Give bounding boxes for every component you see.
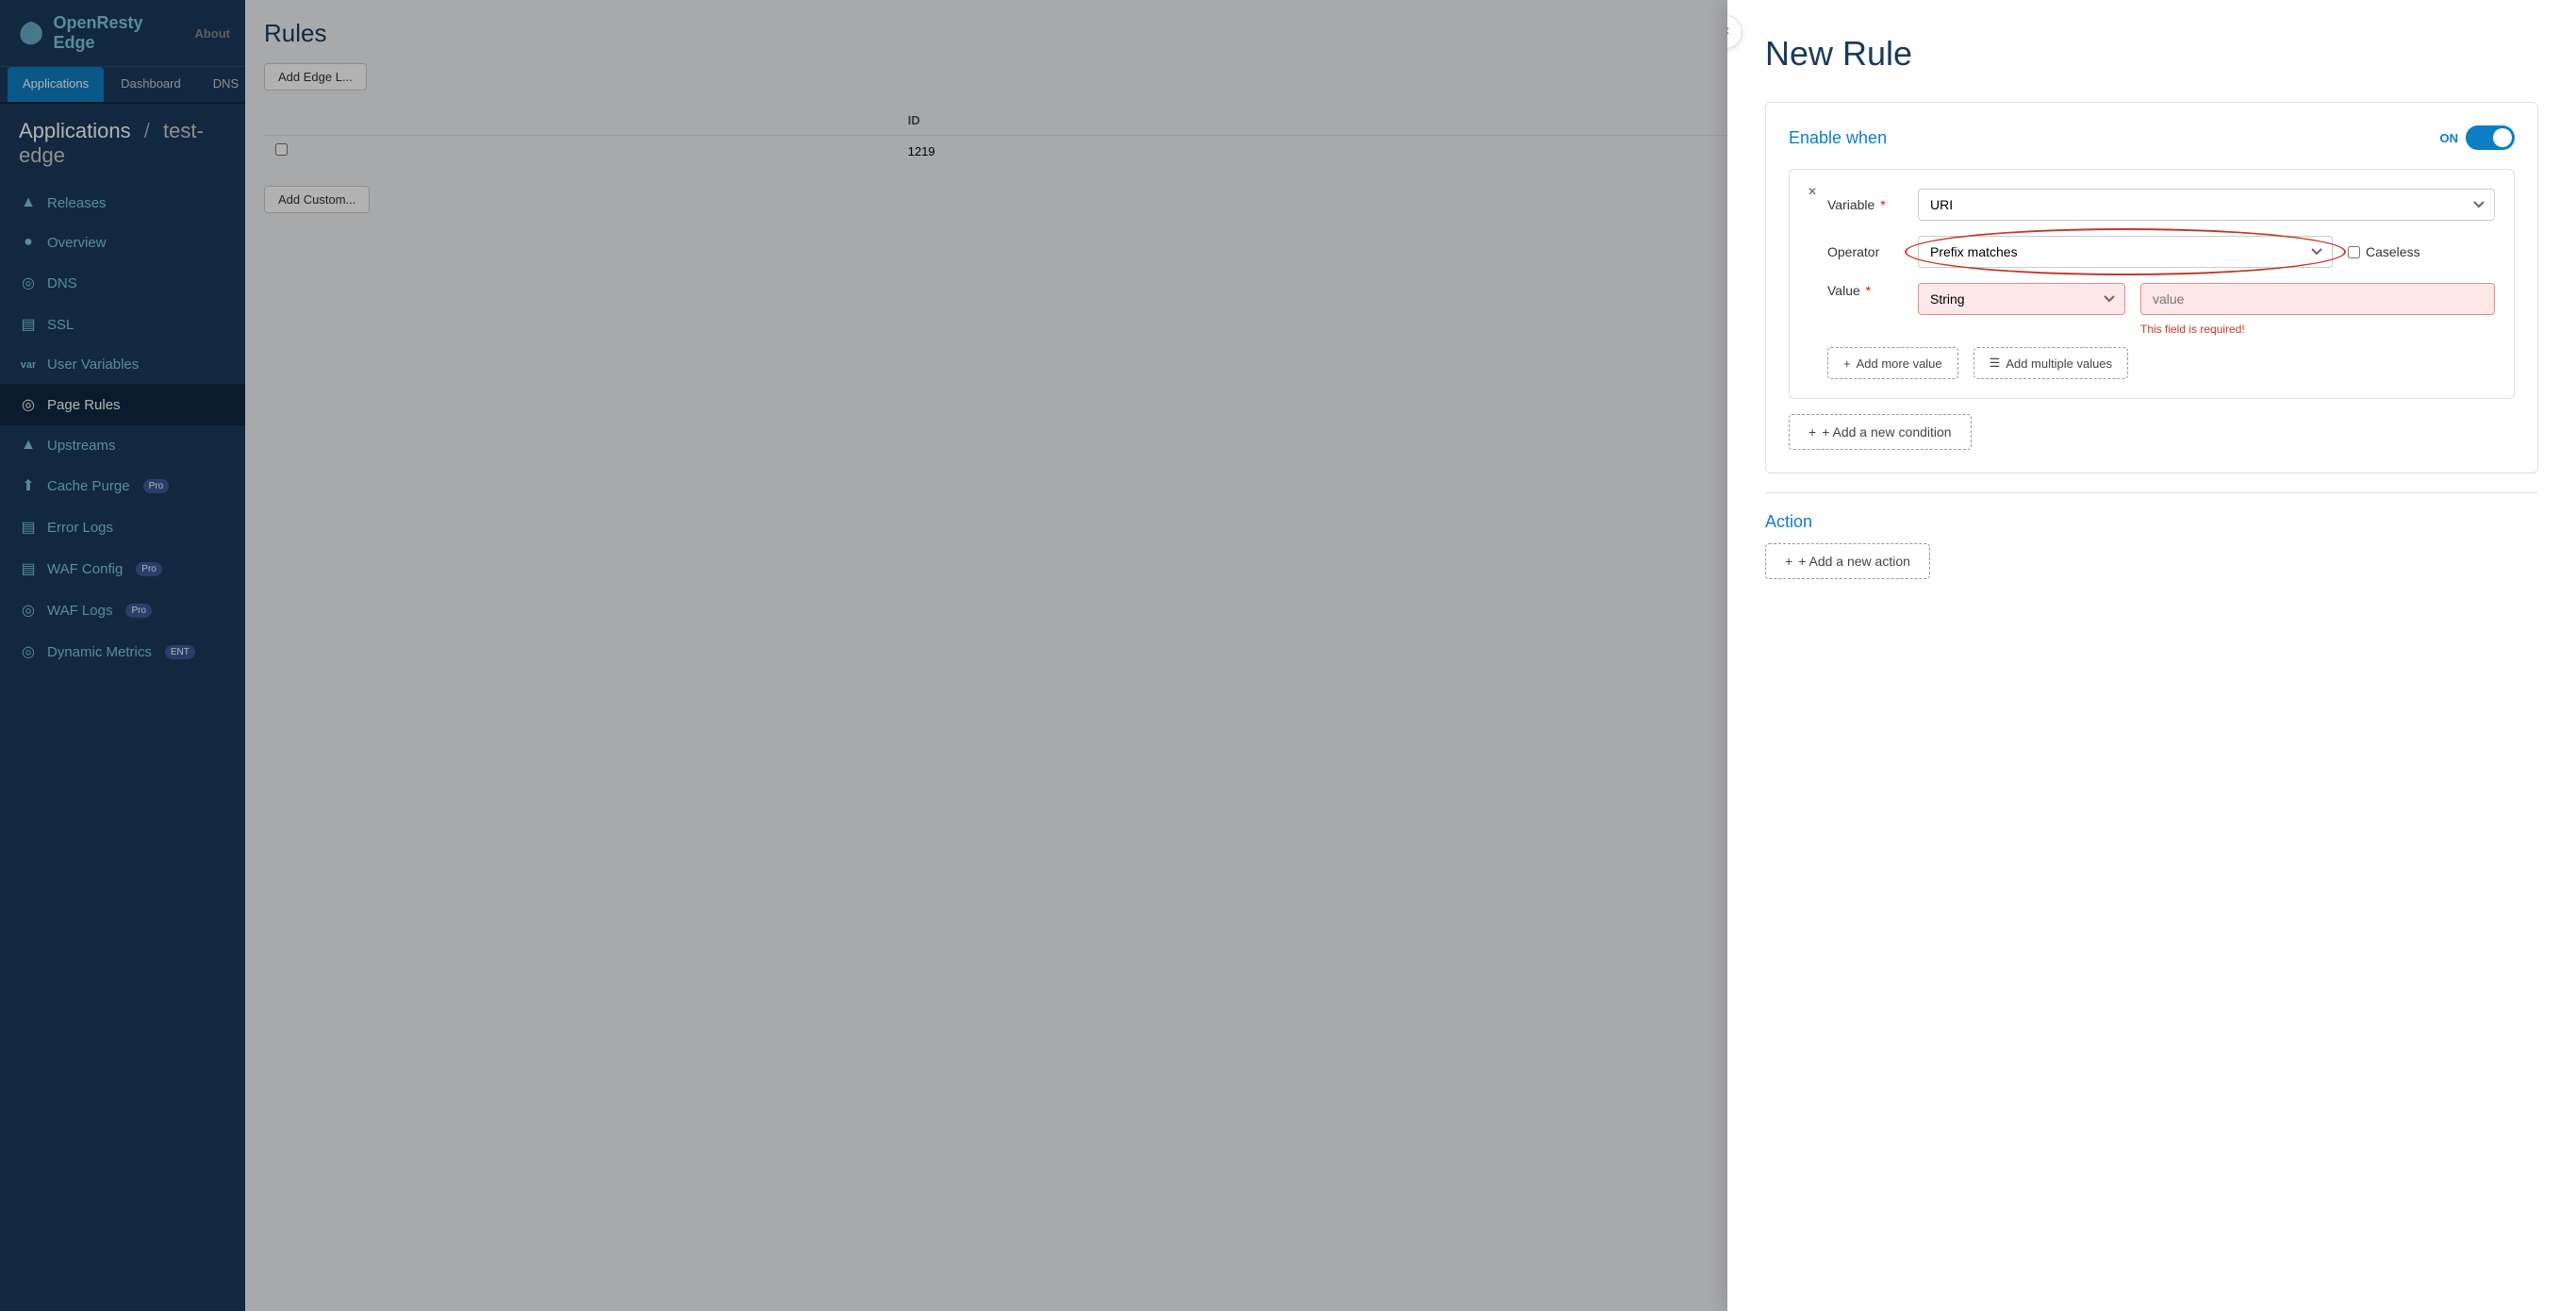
condition-remove-button[interactable]: × (1801, 181, 1824, 204)
operator-label: Operator (1827, 244, 1903, 259)
variable-required-mark: * (1880, 197, 1885, 212)
section-divider (1765, 492, 2538, 493)
caseless-checkbox-label[interactable]: Caseless (2348, 244, 2420, 259)
toggle-slider (2466, 125, 2515, 150)
plus-icon: + (1843, 357, 1851, 371)
add-condition-plus-icon: + (1808, 424, 1816, 440)
operator-select-wrapper: Prefix matches Exact match Contains Rege… (1918, 236, 2333, 268)
add-condition-button[interactable]: + + Add a new condition (1789, 414, 1972, 450)
add-more-value-button[interactable]: + Add more value (1827, 347, 1958, 379)
add-action-button[interactable]: + + Add a new action (1765, 543, 1930, 579)
add-multiple-values-button[interactable]: ☰ Add multiple values (1973, 347, 2128, 379)
enable-when-section: Enable when ON × Varia (1765, 102, 2538, 473)
value-type-select[interactable]: String Number Regex (1918, 283, 2125, 315)
section-header: Enable when ON (1789, 125, 2515, 150)
condition-block: × Variable * URI Host Method Cookie Head… (1789, 169, 2515, 399)
variable-label: Variable * (1827, 197, 1903, 212)
value-required-mark: * (1866, 283, 1871, 298)
toggle-switch: ON (2440, 125, 2516, 150)
action-title: Action (1765, 512, 2538, 532)
toggle-label: ON (2440, 131, 2459, 145)
variable-row: Variable * URI Host Method Cookie Header (1808, 189, 2495, 221)
modal-panel: × New Rule Enable when ON (1727, 0, 2576, 1311)
list-icon: ☰ (1990, 356, 2001, 371)
modal-body: New Rule Enable when ON × (1727, 0, 2576, 613)
modal-title: New Rule (1765, 34, 2538, 74)
value-row: Value * String Number Regex (1808, 283, 2495, 315)
value-error-message: This field is required! (1808, 323, 2495, 336)
modal-overlay: × New Rule Enable when ON (0, 0, 2576, 1311)
variable-select[interactable]: URI Host Method Cookie Header (1918, 189, 2495, 221)
enable-when-title: Enable when (1789, 128, 1887, 148)
value-buttons: + Add more value ☰ Add multiple values (1808, 347, 2495, 379)
value-label: Value * (1827, 283, 1903, 298)
operator-row: Operator Prefix matches Exact match Cont… (1808, 236, 2495, 268)
enable-toggle[interactable] (2466, 125, 2515, 150)
value-input[interactable] (2140, 283, 2495, 315)
caseless-label: Caseless (2366, 244, 2420, 259)
action-section: Action + + Add a new action (1765, 512, 2538, 579)
caseless-checkbox[interactable] (2348, 246, 2360, 258)
add-action-plus-icon: + (1785, 554, 1792, 569)
operator-select[interactable]: Prefix matches Exact match Contains Rege… (1918, 236, 2333, 268)
